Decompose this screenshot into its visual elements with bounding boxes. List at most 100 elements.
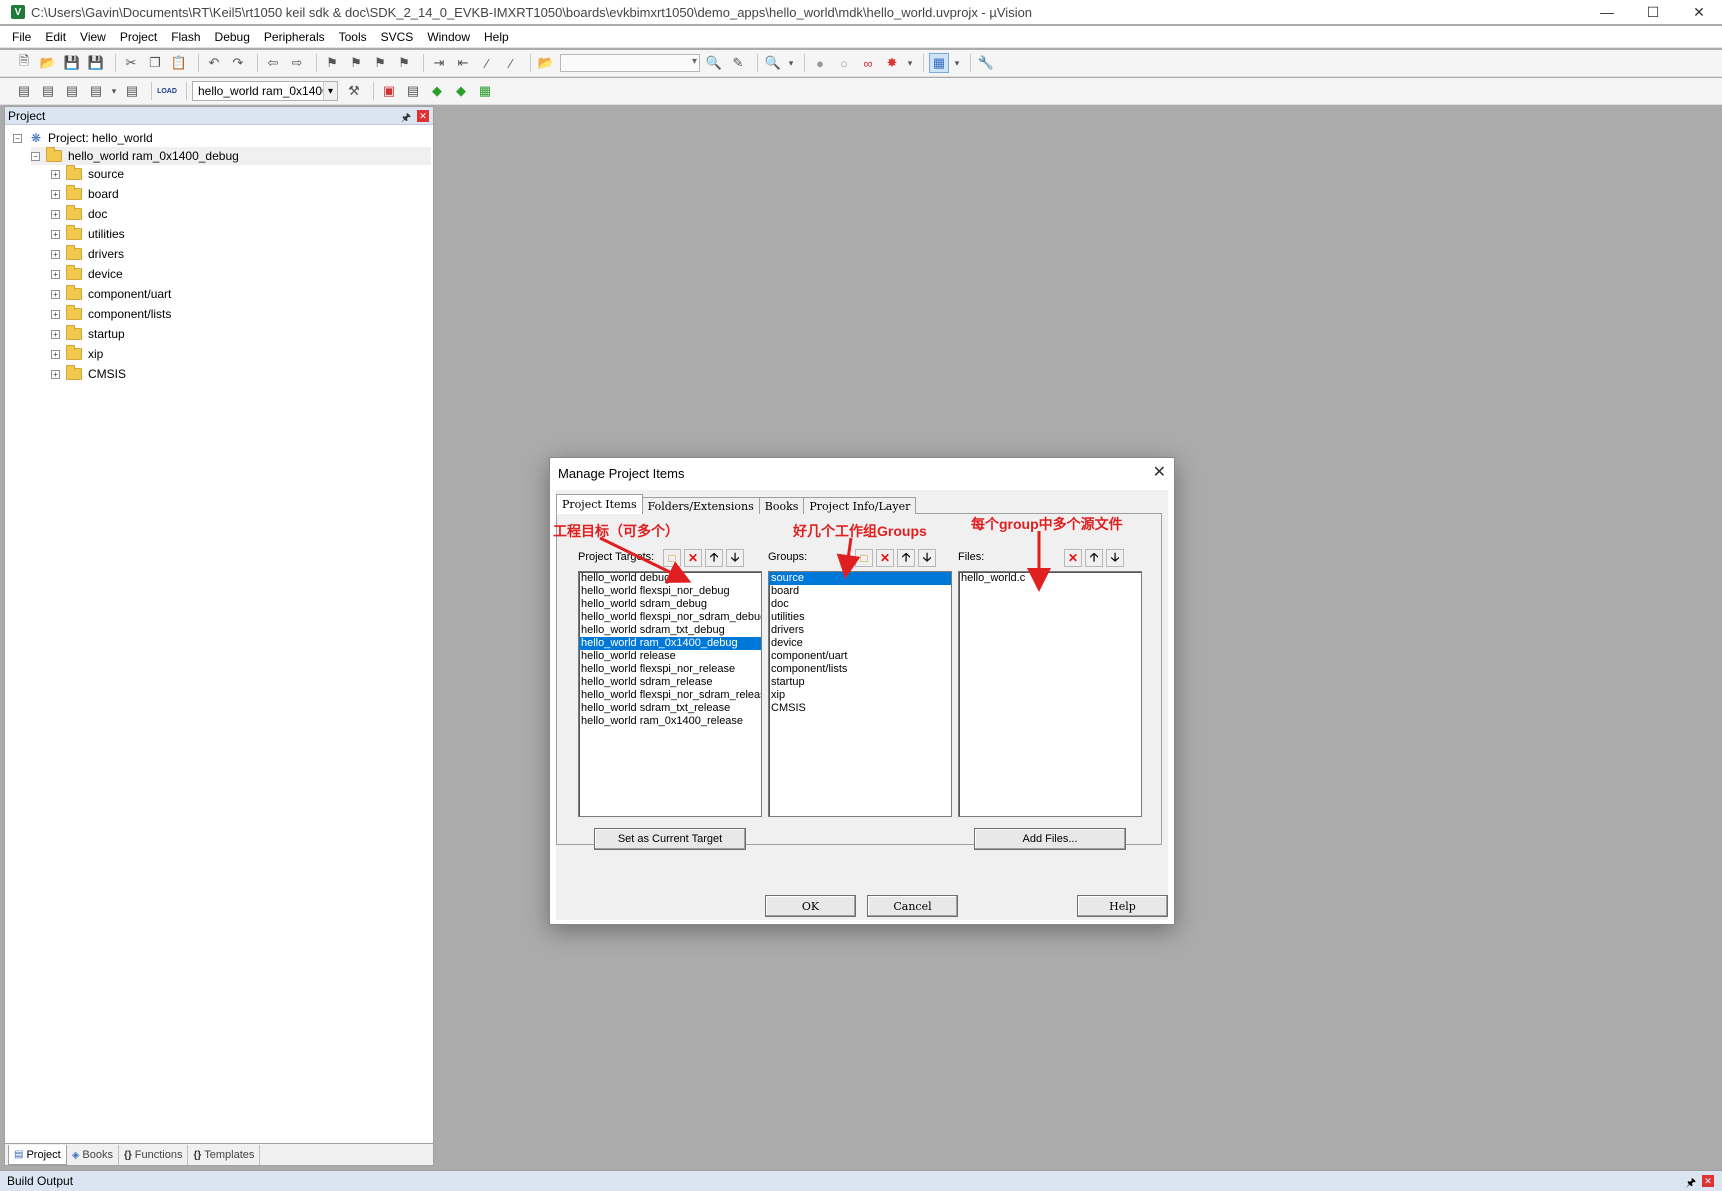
unindent-icon[interactable]: ⇤ xyxy=(453,53,473,73)
group-list-item[interactable]: source xyxy=(769,572,951,585)
navigate-back-icon[interactable]: ⇦ xyxy=(263,53,283,73)
close-icon[interactable]: ✕ xyxy=(1153,462,1166,482)
delete-file-button[interactable]: ✕ xyxy=(1064,549,1082,567)
target-list-item[interactable]: hello_world sdram_debug xyxy=(579,598,761,611)
menu-view[interactable]: View xyxy=(73,30,113,44)
save-all-icon[interactable]: 💾 xyxy=(86,53,106,73)
delete-target-button[interactable]: ✕ xyxy=(684,549,702,567)
tab-templates[interactable]: {} Templates xyxy=(188,1145,261,1165)
expand-icon[interactable]: + xyxy=(51,249,60,259)
menu-peripherals[interactable]: Peripherals xyxy=(257,30,332,44)
expand-icon[interactable]: + xyxy=(51,189,60,199)
set-current-target-button[interactable]: Set as Current Target xyxy=(594,828,746,850)
expand-icon[interactable]: + xyxy=(51,229,60,239)
tab-project[interactable]: ▤ Project xyxy=(8,1145,67,1165)
groups-listbox[interactable]: source board doc utilities drivers device comp… xyxy=(768,571,952,817)
tree-group-cmsis[interactable]: + CMSIS xyxy=(51,365,126,383)
tree-group-utilities[interactable]: + utilities xyxy=(51,225,125,243)
target-list-item[interactable]: hello_world release xyxy=(579,650,761,663)
tree-group-drivers[interactable]: + drivers xyxy=(51,245,124,263)
group-list-item[interactable]: utilities xyxy=(769,611,951,624)
expand-icon[interactable]: + xyxy=(51,349,60,359)
build-output-bar[interactable]: Build Output 🖈 ✕ xyxy=(0,1170,1722,1191)
expand-icon[interactable]: + xyxy=(51,329,60,339)
group-list-item[interactable]: startup xyxy=(769,676,951,689)
tree-group-device[interactable]: + device xyxy=(51,265,123,283)
menu-svcs[interactable]: SVCS xyxy=(374,30,421,44)
debug-session-icon[interactable]: 🔍 xyxy=(763,53,783,73)
insert-breakpoint-icon[interactable]: ● xyxy=(810,53,830,73)
group-list-item[interactable]: component/uart xyxy=(769,650,951,663)
move-target-down-button[interactable]: 🡣 xyxy=(726,549,744,567)
maximize-button[interactable]: ☐ xyxy=(1630,0,1676,24)
save-icon[interactable]: 💾 xyxy=(62,53,82,73)
help-button[interactable]: Help xyxy=(1077,895,1168,917)
tree-project-root[interactable]: − ❋ Project: hello_world xyxy=(13,129,153,147)
new-file-icon[interactable]: 🗎 xyxy=(14,53,34,73)
tree-group-source[interactable]: + source xyxy=(51,165,124,183)
target-list-item[interactable]: hello_world flexspi_nor_debug xyxy=(579,585,761,598)
dropdown-arrow-icon[interactable]: ▾ xyxy=(906,53,914,73)
group-list-item[interactable]: xip xyxy=(769,689,951,702)
pin-icon[interactable]: 🖈 xyxy=(401,109,411,128)
kill-breakpoints-icon[interactable]: ✸ xyxy=(882,53,902,73)
indent-icon[interactable]: ⇥ xyxy=(429,53,449,73)
target-list-item[interactable]: hello_world ram_0x1400_debug xyxy=(579,637,761,650)
tab-books[interactable]: ◈ Books xyxy=(67,1145,119,1165)
expand-icon[interactable]: + xyxy=(51,269,60,279)
target-list-item[interactable]: hello_world sdram_txt_debug xyxy=(579,624,761,637)
dropdown-arrow-icon[interactable]: ▾ xyxy=(787,53,795,73)
enable-breakpoint-icon[interactable]: ○ xyxy=(834,53,854,73)
menu-flash[interactable]: Flash xyxy=(164,30,207,44)
group-list-item[interactable]: doc xyxy=(769,598,951,611)
group-list-item[interactable]: component/lists xyxy=(769,663,951,676)
close-panel-icon[interactable]: ✕ xyxy=(1702,1175,1714,1187)
targets-listbox[interactable]: hello_world debug hello_world flexspi_nor… xyxy=(578,571,762,817)
expand-icon[interactable]: + xyxy=(51,289,60,299)
manage-multi-project-icon[interactable]: ▤ xyxy=(403,81,423,101)
delete-group-button[interactable]: ✕ xyxy=(876,549,894,567)
tab-project-items[interactable]: Project Items xyxy=(556,494,643,514)
ok-button[interactable]: OK xyxy=(765,895,856,917)
tab-folders-extensions[interactable]: Folders/Extensions xyxy=(641,497,760,514)
target-list-item[interactable]: hello_world flexspi_nor_sdram_debug xyxy=(579,611,761,624)
target-options-icon[interactable]: ⚒ xyxy=(344,81,364,101)
target-list-item[interactable]: hello_world sdram_release xyxy=(579,676,761,689)
pin-icon[interactable]: 🖈 xyxy=(1686,1174,1696,1191)
target-list-item[interactable]: hello_world debug xyxy=(579,572,761,585)
close-window-button[interactable]: ✕ xyxy=(1676,0,1722,24)
menu-file[interactable]: File xyxy=(5,30,38,44)
disable-breakpoints-icon[interactable]: ∞ xyxy=(858,53,878,73)
tree-group-component-uart[interactable]: + component/uart xyxy=(51,285,171,303)
stop-build-icon[interactable]: ▤ xyxy=(122,81,142,101)
dropdown-arrow-icon[interactable]: ▾ xyxy=(110,81,118,101)
dropdown-arrow-icon[interactable]: ▾ xyxy=(953,53,961,73)
pack-installer-icon[interactable]: ▦ xyxy=(475,81,495,101)
tree-group-xip[interactable]: + xip xyxy=(51,345,103,363)
window-layout-icon[interactable]: ▦ xyxy=(929,53,949,73)
redo-icon[interactable]: ↷ xyxy=(228,53,248,73)
next-bookmark-icon[interactable]: ⚑ xyxy=(370,53,390,73)
uncomment-icon[interactable]: ⁄ xyxy=(501,53,521,73)
group-list-item[interactable]: CMSIS xyxy=(769,702,951,715)
clear-bookmarks-icon[interactable]: ⚑ xyxy=(394,53,414,73)
translate-icon[interactable]: ▤ xyxy=(14,81,34,101)
open-file-icon[interactable]: 📂 xyxy=(38,53,58,73)
menu-window[interactable]: Window xyxy=(420,30,477,44)
find-in-files-icon[interactable]: 📂 xyxy=(536,53,556,73)
tree-group-doc[interactable]: + doc xyxy=(51,205,107,223)
close-panel-icon[interactable]: ✕ xyxy=(417,110,429,122)
target-list-item[interactable]: hello_world flexspi_nor_sdram_release xyxy=(579,689,761,702)
add-files-button[interactable]: Add Files... xyxy=(974,828,1126,850)
build-icon[interactable]: ▤ xyxy=(38,81,58,101)
incremental-find-icon[interactable]: ✎ xyxy=(728,53,748,73)
move-file-down-button[interactable]: 🡣 xyxy=(1106,549,1124,567)
tree-group-component-lists[interactable]: + component/lists xyxy=(51,305,171,323)
configure-icon[interactable]: 🔧 xyxy=(976,53,996,73)
manage-run-time-env-icon[interactable]: ◆ xyxy=(427,81,447,101)
move-group-up-button[interactable]: 🡡 xyxy=(897,549,915,567)
menu-debug[interactable]: Debug xyxy=(208,30,257,44)
select-packs-icon[interactable]: ◆ xyxy=(451,81,471,101)
file-list-item[interactable]: hello_world.c xyxy=(959,572,1141,585)
group-list-item[interactable]: board xyxy=(769,585,951,598)
